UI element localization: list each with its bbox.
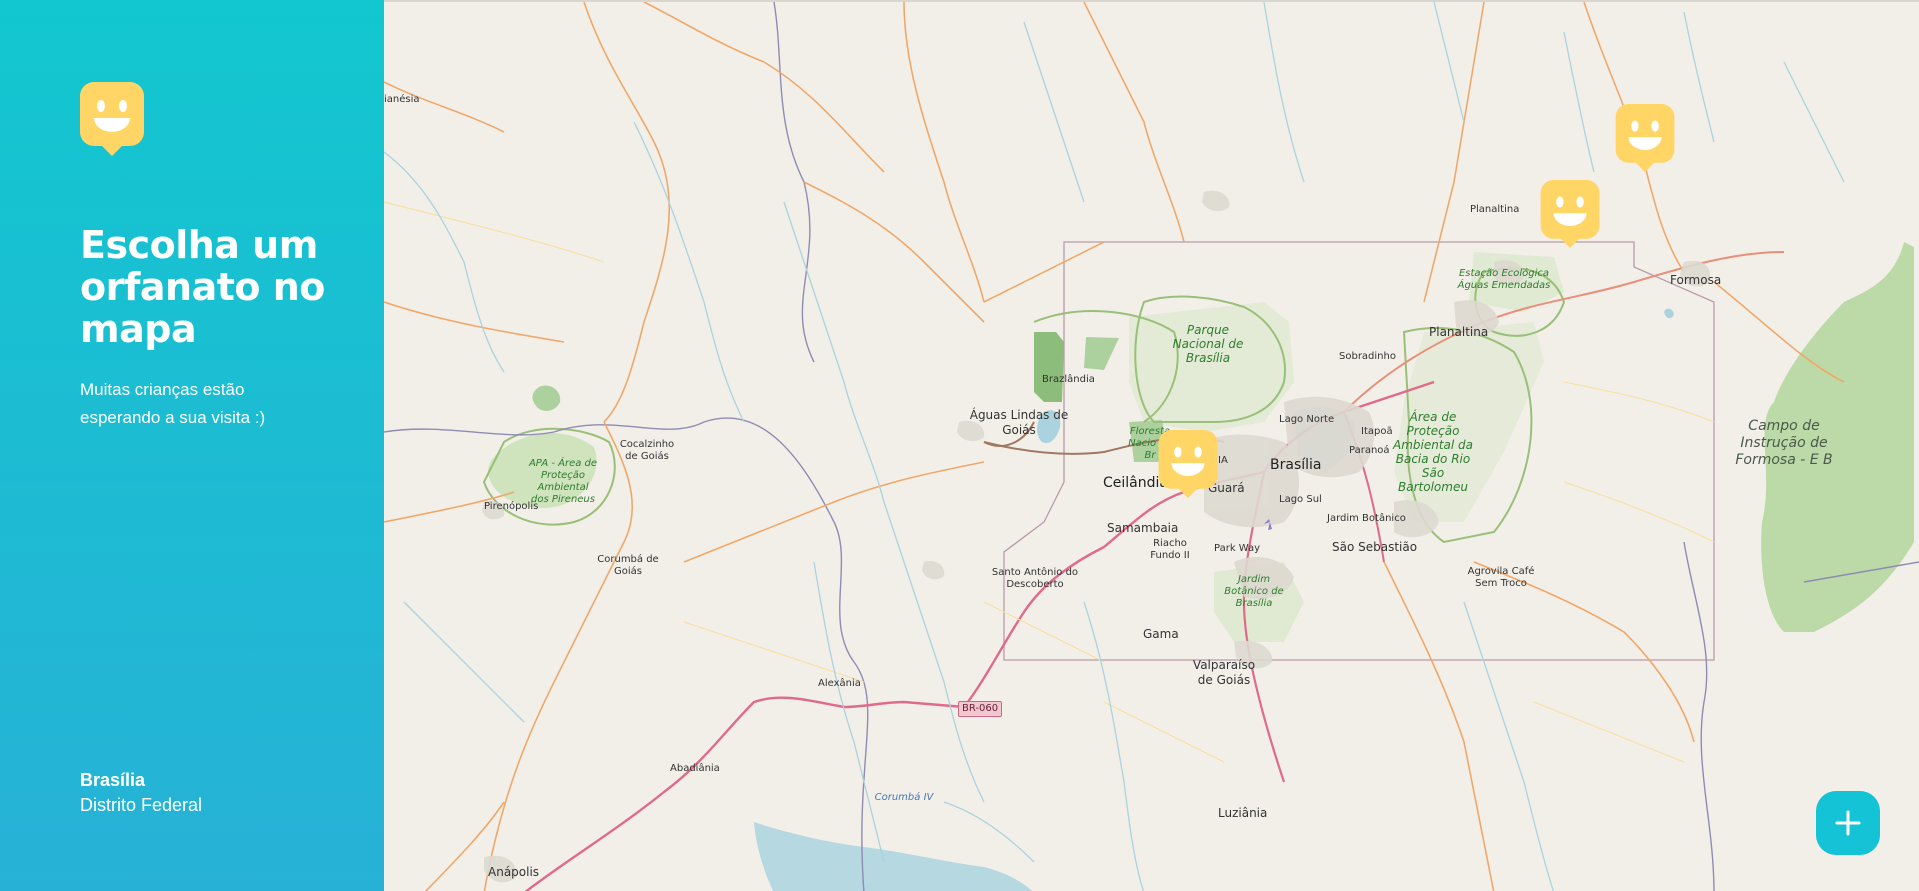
map-label-campo-instrucao: Campo de Instrução de Formosa - E B xyxy=(1735,418,1833,468)
map-label-riacho-fundo: Riacho Fundo II xyxy=(1150,538,1190,561)
map-label-anapolis: Anápolis xyxy=(488,865,540,879)
map-label-corumba: Corumbá de Goiás xyxy=(597,554,659,577)
map-label-formosa: Formosa xyxy=(1670,273,1722,287)
map-label-alexania: Alexânia xyxy=(818,678,861,689)
map-label-gama: Gama xyxy=(1143,627,1179,641)
plus-icon xyxy=(1835,810,1861,836)
map-label-anesia: ianésia xyxy=(384,94,420,105)
map-label-luziania: Luziânia xyxy=(1218,806,1268,820)
map-label-estacao-ecologica: Estação Ecológica Águas Emendadas xyxy=(1457,268,1551,291)
orphanage-marker[interactable] xyxy=(1613,104,1677,172)
page-subtitle: Muitas crianças estão esperando a sua vi… xyxy=(80,380,266,427)
map-label-area-protecao: Área de Proteção Ambiental da Bacia do R… xyxy=(1392,410,1473,494)
map-label-paranoa: Paranoá xyxy=(1349,445,1390,456)
location-info: Brasília Distrito Federal xyxy=(80,768,202,818)
map-label-brasilia: Brasília xyxy=(1270,457,1322,473)
orphanage-marker[interactable] xyxy=(1538,180,1602,248)
smiley-map-pin-icon xyxy=(80,82,144,156)
map-label-brazlandia: Brazlândia xyxy=(1042,374,1095,385)
map-label-sao-sebastiao: São Sebastião xyxy=(1332,540,1418,554)
smiley-map-pin-icon xyxy=(1158,430,1218,498)
smiley-map-pin-icon xyxy=(1615,104,1675,172)
map-label-park-way: Park Way xyxy=(1214,543,1261,554)
map-label-parque-nacional: Parque Nacional de Brasília xyxy=(1172,323,1244,365)
sidebar: Escolha um orfanato no mapa Muitas crian… xyxy=(0,0,384,891)
map-label-planaltina-df: Planaltina xyxy=(1429,325,1489,339)
map-label-planaltina-go: Planaltina xyxy=(1470,204,1520,215)
location-city: Brasília xyxy=(80,770,146,790)
map-label-lago-norte: Lago Norte xyxy=(1279,414,1335,425)
map-label-aguas-lindas: Águas Lindas de Goiás xyxy=(969,408,1069,437)
map-label-lago-sul: Lago Sul xyxy=(1279,494,1322,505)
map-label-sobradinho: Sobradinho xyxy=(1339,351,1396,362)
map-label-samambaia: Samambaia xyxy=(1107,521,1179,535)
map-label-jardim-botanico: Jardim Botânico xyxy=(1327,513,1406,524)
map-label-corumba-iv: Corumbá IV xyxy=(874,792,934,803)
location-state: Distrito Federal xyxy=(80,795,203,815)
highway-shield-br060: BR-060 xyxy=(958,701,1003,717)
add-orphanage-button[interactable] xyxy=(1816,791,1880,855)
smiley-map-pin-icon xyxy=(1540,180,1600,248)
map-label-valparaiso: Valparaíso de Goiás xyxy=(1192,658,1256,687)
map-label-cocalzinho: Cocalzinho de Goiás xyxy=(619,439,675,462)
map-label-agrovila: Agrovila Café Sem Troco xyxy=(1467,566,1535,589)
map-label-jardim-botanico-park: Jardim Botânico de Brasília xyxy=(1224,574,1284,609)
map-label-abadiania: Abadiânia xyxy=(670,763,720,774)
map[interactable]: ianésia Anápolis Abadiânia Alexânia Água… xyxy=(384,0,1919,891)
page-title: Escolha um orfanato no mapa xyxy=(80,223,325,351)
map-label-apa-pireneus: APA - Área de Proteção Ambiental dos Pir… xyxy=(528,458,598,505)
map-label-santo-antonio: Santo Antônio do Descoberto xyxy=(991,567,1079,590)
orphanage-marker[interactable] xyxy=(1156,430,1220,498)
